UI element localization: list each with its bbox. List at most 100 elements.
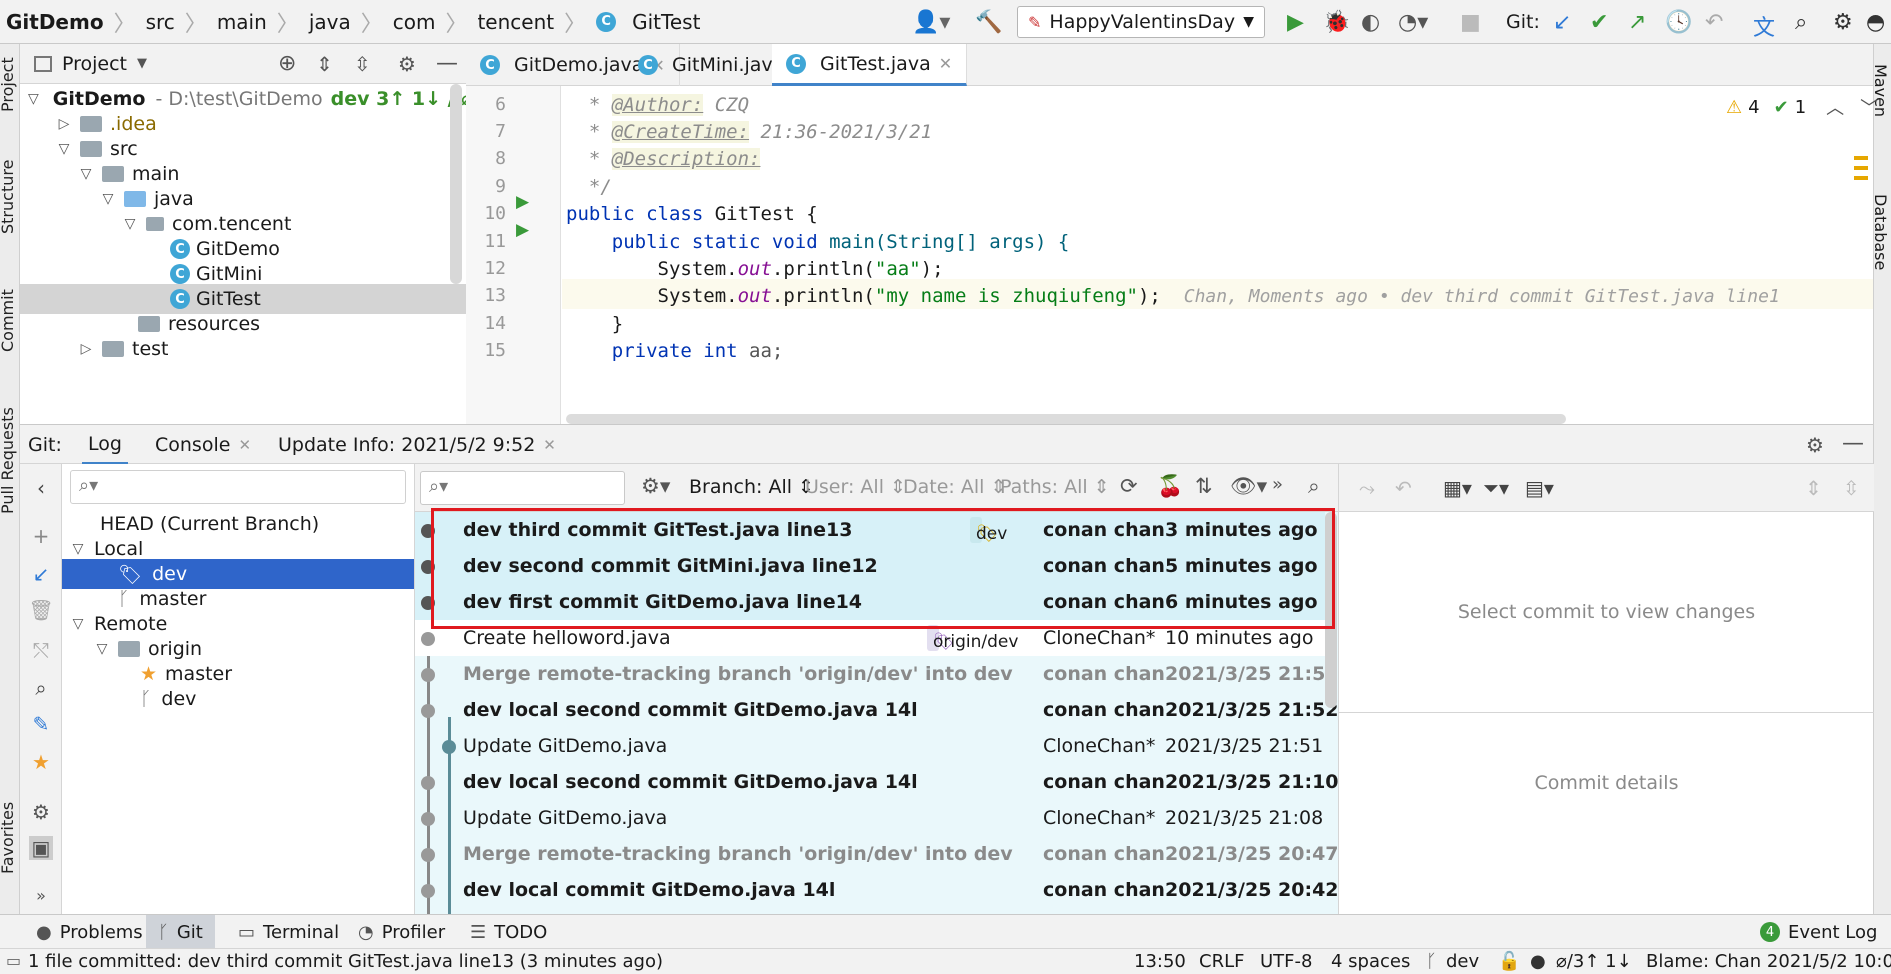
breadcrumb-project[interactable]: GitDemo bbox=[6, 10, 104, 34]
refresh-icon[interactable]: ⟳ bbox=[1120, 474, 1138, 498]
inspection-widget[interactable]: ⚠ 4 ✔ 1 ︿ ﹀ bbox=[1726, 94, 1878, 120]
update-icon[interactable]: ↙ bbox=[29, 562, 53, 586]
filter-paths[interactable]: Paths: All ⇕ bbox=[1000, 476, 1110, 498]
settings-gear-icon[interactable]: ⚙ bbox=[1806, 433, 1824, 457]
error-stripe-mark[interactable] bbox=[1854, 156, 1868, 160]
build-hammer-icon[interactable]: 🔨 bbox=[975, 10, 1002, 35]
chevron-up-icon[interactable]: ︿ bbox=[1826, 94, 1844, 120]
ide-features-icon[interactable]: ◓ bbox=[1866, 10, 1885, 35]
collapse-all-icon[interactable]: ⇳ bbox=[354, 52, 371, 76]
breadcrumb-file[interactable]: GitTest bbox=[632, 10, 700, 34]
sort-icon[interactable]: ⇅ bbox=[1195, 474, 1213, 498]
history-icon[interactable]: 🕓 bbox=[1665, 10, 1692, 35]
blame-info[interactable]: Blame: Chan 2021/5/2 10:04 bbox=[1646, 951, 1891, 972]
commit-row[interactable]: Update GitDemo.java CloneChan* 2021/3/25… bbox=[415, 728, 1325, 764]
sync-status[interactable]: ⌀/3↑ 1↓ bbox=[1556, 951, 1632, 972]
breadcrumb-com[interactable]: com bbox=[393, 10, 436, 34]
layout-icon[interactable]: ▣ bbox=[29, 836, 53, 860]
collapse-all-icon[interactable]: ⇳ bbox=[1843, 476, 1860, 500]
file-encoding[interactable]: UTF-8 bbox=[1260, 951, 1312, 972]
cherry-pick-arrow-icon[interactable]: ⤳ bbox=[1359, 476, 1375, 500]
cherry-pick-icon[interactable]: 🍒 bbox=[1157, 474, 1183, 499]
tab-log[interactable]: Log bbox=[82, 425, 128, 465]
tab-gittest[interactable]: C GitTest.java ✕ bbox=[772, 44, 968, 86]
fetch-icon[interactable]: ✎ bbox=[29, 712, 53, 736]
settings-gear-icon[interactable]: ⚙ bbox=[398, 52, 416, 76]
breadcrumb-tencent[interactable]: tencent bbox=[477, 10, 554, 34]
error-stripe-mark[interactable] bbox=[1854, 176, 1868, 180]
minimize-icon[interactable]: — bbox=[1842, 431, 1864, 456]
run-gutter-icon[interactable]: ▶ bbox=[516, 192, 529, 212]
layout-icon[interactable]: ▤▾ bbox=[1525, 476, 1554, 500]
search-icon[interactable]: ⌕ bbox=[1795, 10, 1807, 35]
branch-search-input[interactable]: ⌕▾ bbox=[70, 470, 406, 504]
filter-icon[interactable]: ⏷▾ bbox=[1483, 476, 1509, 500]
line-separator[interactable]: CRLF bbox=[1199, 951, 1244, 972]
minimize-icon[interactable]: — bbox=[436, 51, 458, 76]
translate-icon[interactable]: 文 bbox=[1753, 10, 1775, 42]
tool-favorites[interactable]: Favorites bbox=[0, 802, 17, 874]
filter-user[interactable]: User: All ⇕ bbox=[805, 476, 906, 498]
run-icon[interactable]: ▶ bbox=[1287, 10, 1304, 35]
commit-check-icon[interactable]: ✔ bbox=[1590, 10, 1608, 35]
toolwindow-terminal[interactable]: ▭ Terminal bbox=[238, 915, 339, 949]
user-icon[interactable]: 👤▾ bbox=[912, 10, 950, 35]
debug-icon[interactable]: 🐞 bbox=[1323, 10, 1350, 35]
back-arrow-icon[interactable]: ‹ bbox=[29, 476, 53, 500]
indent-setting[interactable]: 4 spaces bbox=[1331, 951, 1410, 972]
run-configuration-select[interactable]: ✎ HappyValentinsDay ▼ bbox=[1017, 6, 1265, 38]
tool-pull-requests[interactable]: Pull Requests bbox=[0, 407, 17, 514]
commit-row[interactable]: Update GitDemo.java CloneChan* 2021/3/25… bbox=[415, 800, 1325, 836]
branch-origin-dev[interactable]: ᚴ dev bbox=[62, 684, 414, 714]
close-icon[interactable]: ✕ bbox=[238, 436, 251, 454]
toolwindow-event-log[interactable]: 4 Event Log bbox=[1760, 915, 1877, 949]
horizontal-scrollbar[interactable] bbox=[566, 414, 1566, 424]
search-icon[interactable]: ⌕ bbox=[29, 676, 53, 700]
tab-update-info[interactable]: Update Info: 2021/5/2 9:52 ✕ bbox=[278, 425, 556, 465]
chevron-down-icon[interactable]: ▼ bbox=[137, 56, 147, 71]
commit-row[interactable]: dev local commit GitDemo.java 14l conan … bbox=[415, 872, 1339, 908]
scrollbar[interactable] bbox=[450, 84, 462, 284]
tool-project[interactable]: Project bbox=[0, 57, 17, 112]
breadcrumb-src[interactable]: src bbox=[146, 10, 175, 34]
update-project-icon[interactable]: ↙ bbox=[1553, 10, 1571, 35]
close-icon[interactable]: ✕ bbox=[939, 54, 952, 73]
tree-node-test[interactable]: ▷ test bbox=[20, 334, 466, 364]
settings-gear-icon[interactable]: ⚙▾ bbox=[641, 474, 670, 498]
delete-icon[interactable]: 🗑 bbox=[28, 598, 53, 622]
more-icon[interactable]: » bbox=[1272, 474, 1283, 495]
profile-icon[interactable]: ◔▾ bbox=[1398, 10, 1428, 35]
error-stripe-mark[interactable] bbox=[1854, 166, 1868, 170]
expand-all-icon[interactable]: ⇕ bbox=[316, 52, 333, 76]
toolwindow-git[interactable]: ᚴ Git bbox=[146, 915, 215, 949]
commit-row[interactable]: Merge remote-tracking branch 'origin/dev… bbox=[415, 656, 1339, 692]
breadcrumb-java[interactable]: java bbox=[309, 10, 351, 34]
commit-row[interactable]: dev local second commit GitDemo.java 14l… bbox=[415, 764, 1339, 800]
tool-commit[interactable]: Commit bbox=[0, 289, 17, 352]
revert-icon[interactable]: ↶ bbox=[1395, 476, 1412, 500]
tool-database[interactable]: Database bbox=[1871, 194, 1890, 270]
current-branch[interactable]: dev bbox=[1446, 951, 1479, 972]
toolwindow-todo[interactable]: ☰ TODO bbox=[470, 915, 547, 949]
push-icon[interactable]: ↗ bbox=[1628, 10, 1646, 35]
code-editor[interactable]: 6 7 8 9 10 11 12 13 14 15 ▶ ▶ * @Author:… bbox=[466, 86, 1878, 424]
locate-icon[interactable]: ⊕ bbox=[278, 51, 296, 76]
star-icon[interactable]: ★ bbox=[29, 750, 53, 774]
lock-icon[interactable]: 🔓 bbox=[1498, 951, 1520, 972]
tab-console[interactable]: Console ✕ bbox=[155, 425, 251, 465]
run-gutter-icon[interactable]: ▶ bbox=[516, 220, 529, 240]
settings-gear-icon[interactable]: ⚙ bbox=[29, 800, 53, 824]
status-toggle-icon[interactable]: ▭ bbox=[6, 951, 21, 970]
merge-icon[interactable]: ⤲ bbox=[29, 638, 53, 662]
tool-structure[interactable]: Structure bbox=[0, 160, 17, 234]
log-search-input[interactable]: ⌕▾ bbox=[420, 471, 625, 505]
eye-icon[interactable]: 👁▾ bbox=[1230, 474, 1267, 499]
project-title[interactable]: Project bbox=[62, 53, 127, 75]
add-icon[interactable]: + bbox=[29, 524, 53, 548]
breadcrumb-main[interactable]: main bbox=[217, 10, 267, 34]
filter-date[interactable]: Date: All ⇕ bbox=[903, 476, 1006, 498]
coverage-icon[interactable]: ◐ bbox=[1361, 10, 1380, 35]
search-icon[interactable]: ⌕ bbox=[1308, 474, 1320, 499]
filter-branch[interactable]: Branch: All ⇕ bbox=[689, 476, 814, 498]
toolwindow-problems[interactable]: ● Problems bbox=[36, 915, 143, 949]
